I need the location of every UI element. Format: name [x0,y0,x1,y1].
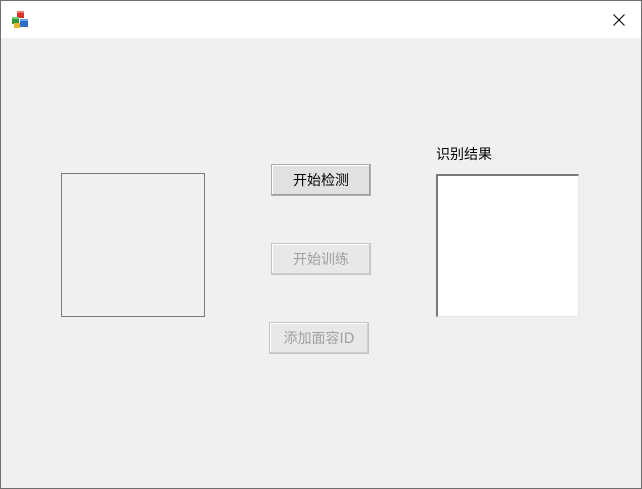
start-train-button[interactable]: 开始训练 [271,243,371,275]
close-icon [613,13,625,26]
result-label: 识别结果 [436,147,492,163]
app-cube-icon [11,10,31,30]
app-window: 开始检测 开始训练 添加面容ID 识别结果 [0,0,642,489]
client-area: 开始检测 开始训练 添加面容ID 识别结果 [1,38,641,488]
close-button[interactable] [597,1,641,38]
result-image-box [436,174,579,317]
add-face-id-button[interactable]: 添加面容ID [269,322,369,354]
title-bar [1,1,641,38]
start-detect-button[interactable]: 开始检测 [271,164,371,196]
camera-preview-box [61,173,205,317]
